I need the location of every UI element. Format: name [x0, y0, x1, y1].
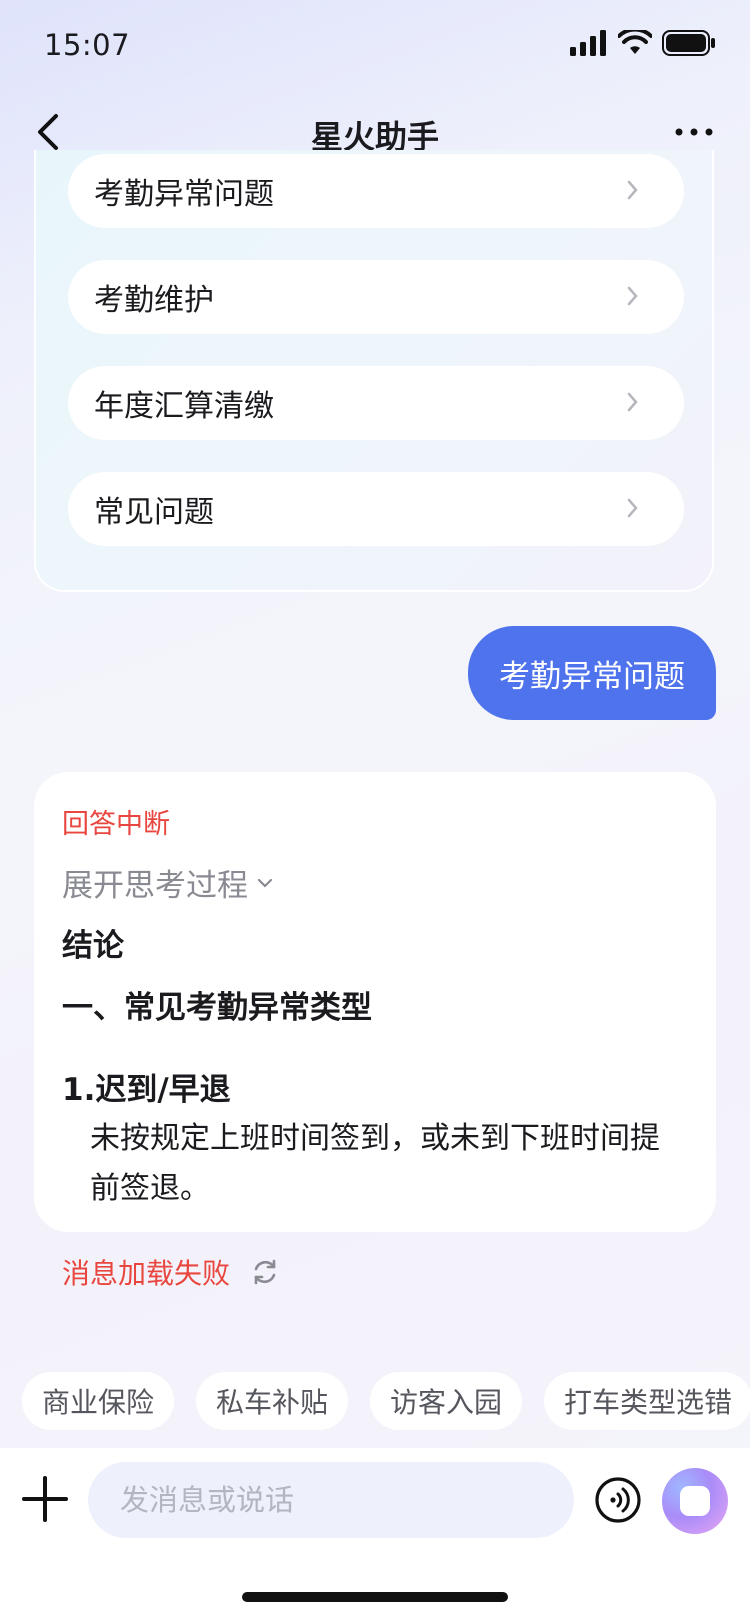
chip-commercial-insurance[interactable]: 商业保险: [22, 1372, 175, 1430]
message-input[interactable]: [88, 1462, 574, 1538]
plus-icon[interactable]: [22, 1476, 68, 1522]
suggestion-chips: 商业保险 私车补贴 访客入园 打车类型选错: [0, 1372, 750, 1432]
wifi-icon: [618, 30, 652, 54]
item-heading: 1.迟到/早退: [62, 1072, 231, 1108]
status-icons: [570, 30, 716, 56]
menu-item-label: 考勤异常问题: [94, 177, 274, 212]
answer-interrupted-label: 回答中断: [62, 809, 170, 840]
menu-item-label: 常见问题: [94, 495, 214, 530]
menu-item-attendance-maintenance[interactable]: 考勤维护: [68, 260, 684, 334]
voice-icon[interactable]: [594, 1476, 642, 1524]
assistant-answer-card: 回答中断 展开思考过程 结论 一、常见考勤异常类型 1.迟到/早退 未按规定上班…: [34, 772, 716, 1232]
signal-icon: [570, 30, 606, 56]
retry-icon[interactable]: [250, 1257, 280, 1287]
stop-icon: [680, 1486, 710, 1516]
chip-ride-type-wrong[interactable]: 打车类型选错: [544, 1372, 750, 1430]
menu-item-label: 年度汇算清缴: [94, 389, 274, 424]
conclusion-heading: 结论: [62, 928, 124, 964]
chevron-right-icon: [627, 180, 638, 200]
status-time: 15:07: [44, 28, 131, 62]
expand-thinking-label: 展开思考过程: [62, 868, 248, 904]
home-indicator: [242, 1592, 508, 1602]
chevron-right-icon: [627, 392, 638, 412]
menu-item-annual-tax[interactable]: 年度汇算清缴: [68, 366, 684, 440]
status-bar: 15:07: [0, 0, 750, 92]
menu-item-attendance-issue[interactable]: 考勤异常问题: [68, 154, 684, 228]
user-message-bubble: 考勤异常问题: [468, 626, 716, 720]
chevron-right-icon: [627, 286, 638, 306]
load-fail-text: 消息加载失败: [62, 1257, 231, 1290]
chevron-down-icon: [257, 878, 273, 888]
chip-visitor-entry[interactable]: 访客入园: [370, 1372, 523, 1430]
item-body-text: 未按规定上班时间签到，或未到下班时间提前签退。: [90, 1121, 660, 1206]
menu-item-faq[interactable]: 常见问题: [68, 472, 684, 546]
expand-thinking-toggle[interactable]: 展开思考过程: [62, 860, 274, 905]
more-icon[interactable]: [674, 122, 714, 142]
chip-private-car-subsidy[interactable]: 私车补贴: [196, 1372, 349, 1430]
battery-icon: [662, 30, 715, 56]
stop-generation-button[interactable]: [662, 1468, 728, 1534]
load-fail-row: 消息加载失败: [62, 1252, 280, 1292]
chevron-right-icon: [627, 498, 638, 518]
quick-menu-card: 考勤异常问题 考勤维护 年度汇算清缴 常见问题: [34, 150, 714, 592]
section-heading: 一、常见考勤异常类型: [62, 990, 372, 1026]
menu-item-label: 考勤维护: [94, 283, 214, 318]
